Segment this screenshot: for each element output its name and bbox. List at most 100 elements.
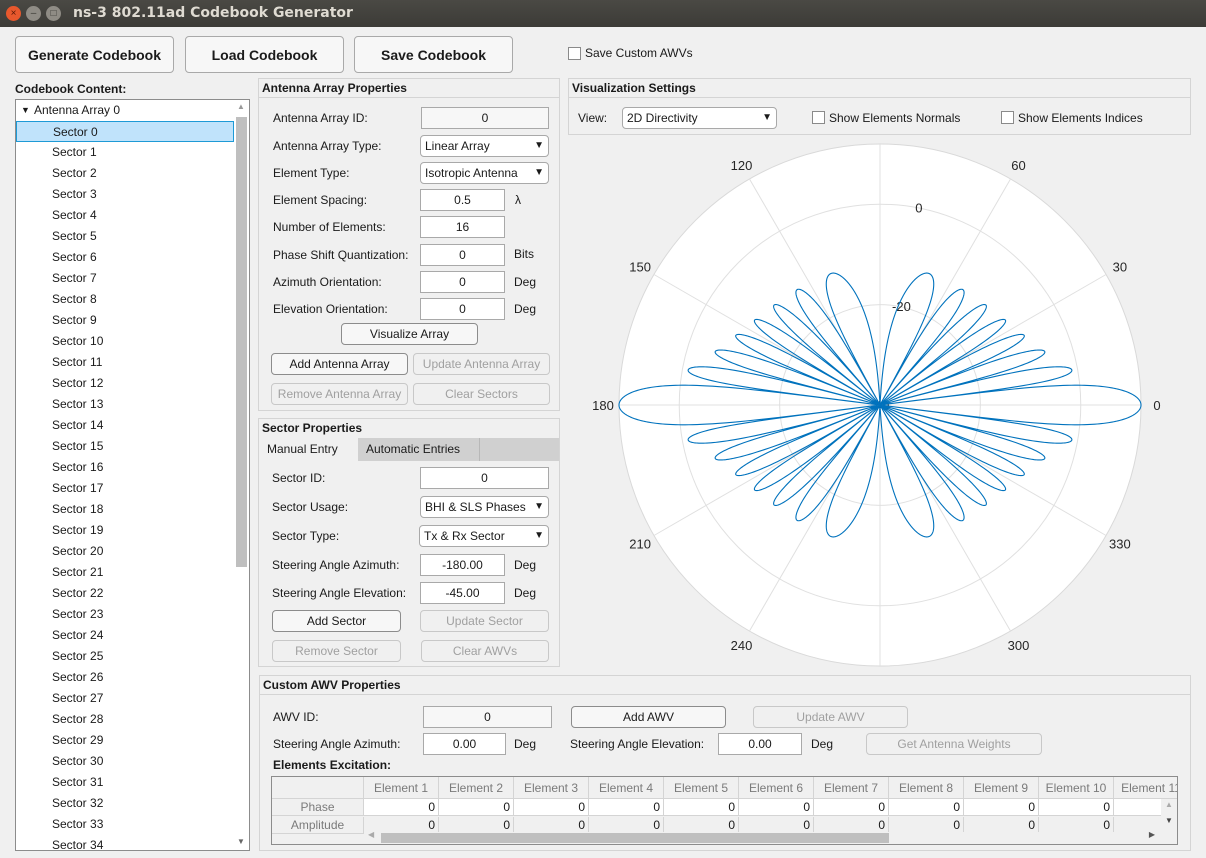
tree-item-sector[interactable]: Sector 22: [16, 583, 234, 604]
element-type-dropdown[interactable]: Isotropic Antenna ▼: [420, 162, 549, 184]
tree-item-sector[interactable]: Sector 21: [16, 562, 234, 583]
tree-item-sector[interactable]: Sector 28: [16, 709, 234, 730]
window-minimize-button[interactable]: –: [26, 6, 41, 21]
scroll-left-icon[interactable]: ◀: [368, 830, 374, 839]
visualize-array-button[interactable]: Visualize Array: [341, 323, 478, 345]
table-column-header[interactable]: Element 2: [439, 777, 514, 799]
tab-manual-entry[interactable]: Manual Entry: [259, 438, 358, 461]
tree-item-sector[interactable]: Sector 23: [16, 604, 234, 625]
window-close-button[interactable]: ×: [6, 6, 21, 21]
tree-item-sector[interactable]: Sector 18: [16, 499, 234, 520]
scroll-right-icon[interactable]: ▶: [1149, 830, 1155, 839]
get-antenna-weights-button[interactable]: Get Antenna Weights: [866, 733, 1042, 755]
tree-item-sector[interactable]: Sector 26: [16, 667, 234, 688]
generate-codebook-button[interactable]: Generate Codebook: [15, 36, 174, 73]
sector-id-field[interactable]: 0: [420, 467, 549, 489]
tree-item-sector[interactable]: Sector 0: [16, 121, 234, 142]
tree-item-sector[interactable]: Sector 25: [16, 646, 234, 667]
tree-item-sector[interactable]: Sector 8: [16, 289, 234, 310]
tree-item-sector[interactable]: Sector 1: [16, 142, 234, 163]
scrollbar-thumb[interactable]: [236, 117, 247, 567]
awv-elevation-field[interactable]: 0.00: [718, 733, 802, 755]
add-awv-button[interactable]: Add AWV: [571, 706, 726, 728]
table-vertical-scrollbar[interactable]: ▲ ▼: [1161, 799, 1177, 844]
expand-triangle-icon[interactable]: ▼: [21, 100, 30, 120]
tree-vertical-scrollbar[interactable]: ▲ ▼: [234, 100, 249, 850]
tree-item-sector[interactable]: Sector 15: [16, 436, 234, 457]
add-sector-button[interactable]: Add Sector: [272, 610, 401, 632]
antenna-type-dropdown[interactable]: Linear Array ▼: [420, 135, 549, 157]
elements-excitation-table[interactable]: Element 1 Element 2 Element 3 Element 4 Elem…: [271, 776, 1178, 845]
table-cell[interactable]: 0: [664, 799, 739, 816]
tree-item-sector[interactable]: Sector 5: [16, 226, 234, 247]
sector-type-dropdown[interactable]: Tx & Rx Sector ▼: [419, 525, 549, 547]
show-indices-checkbox[interactable]: [1001, 111, 1014, 124]
tree-item-sector[interactable]: Sector 27: [16, 688, 234, 709]
tree-item-sector[interactable]: Sector 16: [16, 457, 234, 478]
scrollbar-thumb[interactable]: [381, 833, 889, 843]
table-cell[interactable]: 0: [1039, 799, 1114, 816]
tree-item-sector[interactable]: Sector 34: [16, 835, 234, 850]
clear-sectors-button[interactable]: Clear Sectors: [413, 383, 550, 405]
steering-elevation-field[interactable]: -45.00: [420, 582, 505, 604]
table-column-header[interactable]: Element 8: [889, 777, 964, 799]
table-horizontal-scrollbar[interactable]: ◀ ▶: [364, 830, 1161, 844]
azimuth-orientation-field[interactable]: 0: [420, 271, 505, 293]
tab-automatic-entries[interactable]: Automatic Entries: [358, 438, 480, 461]
remove-sector-button[interactable]: Remove Sector: [272, 640, 401, 662]
tree-root-antenna-array[interactable]: ▼ Antenna Array 0: [16, 100, 234, 121]
table-column-header[interactable]: Element 5: [664, 777, 739, 799]
tree-item-sector[interactable]: Sector 13: [16, 394, 234, 415]
codebook-tree[interactable]: ▼ Antenna Array 0 Sector 0 Sector 1 Sector…: [15, 99, 250, 851]
show-normals-checkbox[interactable]: [812, 111, 825, 124]
add-antenna-array-button[interactable]: Add Antenna Array: [271, 353, 408, 375]
table-cell[interactable]: 0: [964, 799, 1039, 816]
steering-azimuth-field[interactable]: -180.00: [420, 554, 505, 576]
tree-item-sector[interactable]: Sector 24: [16, 625, 234, 646]
table-cell[interactable]: 0: [364, 799, 439, 816]
table-column-header[interactable]: Element 10: [1039, 777, 1114, 799]
elevation-orientation-field[interactable]: 0: [420, 298, 505, 320]
tree-item-sector[interactable]: Sector 19: [16, 520, 234, 541]
tree-item-sector[interactable]: Sector 17: [16, 478, 234, 499]
scroll-up-icon[interactable]: ▲: [1165, 800, 1173, 809]
num-elements-field[interactable]: 16: [420, 216, 505, 238]
phase-quantization-field[interactable]: 0: [420, 244, 505, 266]
scroll-down-icon[interactable]: ▼: [237, 837, 245, 846]
window-maximize-button[interactable]: □: [46, 6, 61, 21]
update-awv-button[interactable]: Update AWV: [753, 706, 908, 728]
load-codebook-button[interactable]: Load Codebook: [185, 36, 344, 73]
tree-item-sector[interactable]: Sector 4: [16, 205, 234, 226]
tree-item-sector[interactable]: Sector 10: [16, 331, 234, 352]
element-spacing-field[interactable]: 0.5: [420, 189, 505, 211]
tree-item-sector[interactable]: Sector 3: [16, 184, 234, 205]
clear-awvs-button[interactable]: Clear AWVs: [421, 640, 549, 662]
table-cell[interactable]: 0: [514, 799, 589, 816]
table-cell[interactable]: 0: [739, 799, 814, 816]
tree-item-sector[interactable]: Sector 11: [16, 352, 234, 373]
tree-item-sector[interactable]: Sector 32: [16, 793, 234, 814]
save-custom-awvs-checkbox[interactable]: [568, 47, 581, 60]
tree-item-sector[interactable]: Sector 9: [16, 310, 234, 331]
sector-usage-dropdown[interactable]: BHI & SLS Phases ▼: [420, 496, 549, 518]
view-dropdown[interactable]: 2D Directivity ▼: [622, 107, 777, 129]
update-sector-button[interactable]: Update Sector: [420, 610, 549, 632]
table-column-header[interactable]: Element 4: [589, 777, 664, 799]
table-cell[interactable]: 0: [589, 799, 664, 816]
awv-azimuth-field[interactable]: 0.00: [423, 733, 506, 755]
table-column-header[interactable]: Element 7: [814, 777, 889, 799]
table-cell[interactable]: 0: [439, 799, 514, 816]
remove-antenna-array-button[interactable]: Remove Antenna Array: [271, 383, 408, 405]
table-column-header[interactable]: Element 6: [739, 777, 814, 799]
tree-item-sector[interactable]: Sector 31: [16, 772, 234, 793]
awv-id-field[interactable]: 0: [423, 706, 552, 728]
table-column-header[interactable]: Element 3: [514, 777, 589, 799]
update-antenna-array-button[interactable]: Update Antenna Array: [413, 353, 550, 375]
tree-item-sector[interactable]: Sector 33: [16, 814, 234, 835]
tree-item-sector[interactable]: Sector 7: [16, 268, 234, 289]
scroll-down-icon[interactable]: ▼: [1165, 816, 1173, 825]
scroll-up-icon[interactable]: ▲: [237, 102, 245, 111]
tree-item-sector[interactable]: Sector 29: [16, 730, 234, 751]
save-codebook-button[interactable]: Save Codebook: [354, 36, 513, 73]
tree-item-sector[interactable]: Sector 2: [16, 163, 234, 184]
